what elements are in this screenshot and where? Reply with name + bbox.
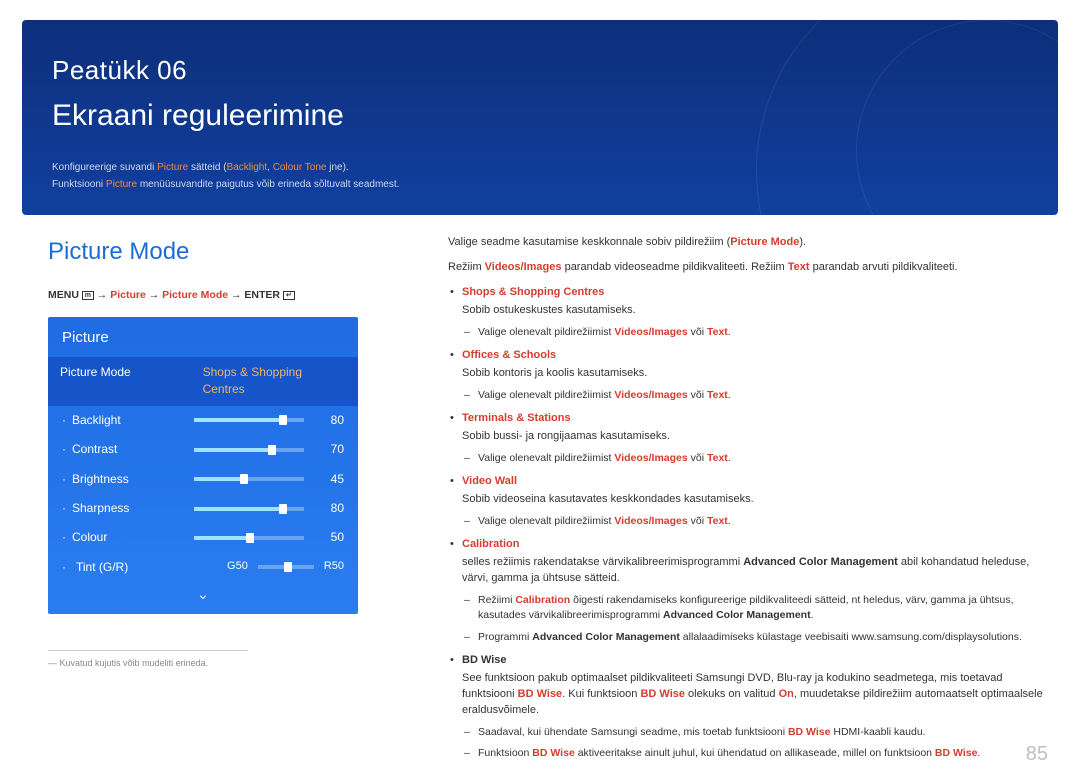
mode-heading: Offices & Schools	[462, 348, 1052, 364]
description-column: Valige seadme kasutamise keskkonnale sob…	[448, 235, 1052, 769]
osd-slider-track	[194, 418, 304, 422]
osd-slider-value: 70	[316, 441, 344, 458]
mode-item: Offices & Schools Sobib kontoris ja kooli…	[448, 348, 1052, 403]
osd-slider-value: 80	[316, 500, 344, 517]
osd-slider-value: 80	[316, 412, 344, 429]
mode-sub: Saadaval, kui ühendate Samsungi seadme, …	[462, 725, 1052, 740]
mode-item-bdwise: BD Wise See funktsioon pakub optimaalset …	[448, 653, 1052, 761]
mode-desc: Sobib kontoris ja koolis kasutamiseks.	[462, 366, 1052, 382]
footnote-rule	[48, 650, 248, 651]
osd-tint-row: ·Tint (G/R) G50 R50	[48, 553, 358, 582]
chapter-hero: Peatükk 06 Ekraani reguleerimine Konfigu…	[22, 20, 1058, 215]
chapter-title: Ekraani reguleerimine	[52, 94, 1028, 138]
mode-heading: BD Wise	[462, 653, 1052, 669]
mode-heading: Calibration	[462, 537, 1052, 553]
osd-tint-g: G50	[227, 559, 248, 575]
osd-slider-label: Sharpness	[72, 500, 194, 517]
footnote: ― Kuvatud kujutis võib mudeliti erineda.	[48, 657, 408, 670]
osd-picture-mode-label: Picture Mode	[48, 357, 191, 406]
osd-slider-row: ·Brightness45	[48, 465, 358, 494]
osd-slider-value: 45	[316, 471, 344, 488]
mode-sub: Valige olenevalt pildirežiimist Videos/I…	[462, 451, 1052, 466]
mode-sub: Programmi Advanced Color Management alla…	[462, 630, 1052, 645]
mode-desc: Sobib videoseina kasutavates keskkondade…	[462, 492, 1052, 508]
osd-slider-label: Backlight	[72, 412, 194, 429]
mode-desc: selles režiimis rakendatakse värvikalibr…	[462, 555, 1052, 587]
osd-slider-label: Colour	[72, 529, 194, 546]
osd-slider-row: ·Colour50	[48, 523, 358, 552]
osd-tint-track	[258, 565, 314, 569]
osd-picture-mode-value: Shops & Shopping Centres	[191, 357, 358, 406]
mode-heading: Shops & Shopping Centres	[462, 285, 1052, 301]
mode-sub: Valige olenevalt pildirežiimist Videos/I…	[462, 388, 1052, 403]
chapter-label: Peatükk 06	[52, 52, 1028, 90]
chevron-down-icon: ⌄	[48, 582, 358, 606]
osd-slider-track	[194, 477, 304, 481]
mode-sub: Režiimi Calibration õigesti rakendamisek…	[462, 593, 1052, 623]
osd-slider-row: ·Sharpness80	[48, 494, 358, 523]
osd-slider-track	[194, 536, 304, 540]
osd-slider-track	[194, 448, 304, 452]
mode-desc: Sobib bussi- ja rongijaamas kasutamiseks…	[462, 429, 1052, 445]
osd-slider-row: ·Backlight80	[48, 406, 358, 435]
mode-desc: Sobib ostukeskustes kasutamiseks.	[462, 303, 1052, 319]
osd-picture-mode-row: Picture Mode Shops & Shopping Centres	[48, 357, 358, 406]
enter-icon: ↵	[283, 291, 295, 300]
mode-heading: Video Wall	[462, 474, 1052, 490]
menu-navigation-path: MENU m → Picture → Picture Mode → ENTER …	[48, 288, 408, 303]
mode-heading: Terminals & Stations	[462, 411, 1052, 427]
menu-icon: m	[82, 291, 94, 300]
osd-slider-label: Brightness	[72, 471, 194, 488]
osd-slider-row: ·Contrast70	[48, 435, 358, 464]
mode-item-calibration: Calibration selles režiimis rakendatakse …	[448, 537, 1052, 644]
osd-tint-r: R50	[324, 559, 344, 575]
osd-title: Picture	[48, 317, 358, 357]
osd-tint-label: Tint (G/R)	[76, 559, 217, 576]
mode-sub: Valige olenevalt pildirežiimist Videos/I…	[462, 514, 1052, 529]
mode-sub: Funktsioon BD Wise aktiveeritakse ainult…	[462, 746, 1052, 761]
section-title: Picture Mode	[48, 235, 408, 270]
osd-slider-track	[194, 507, 304, 511]
mode-sub: Valige olenevalt pildirežiimist Videos/I…	[462, 325, 1052, 340]
osd-slider-label: Contrast	[72, 441, 194, 458]
mode-item: Shops & Shopping Centres Sobib ostukeskus…	[448, 285, 1052, 340]
page-number: 85	[1026, 740, 1048, 769]
mode-item: Terminals & Stations Sobib bussi- ja rong…	[448, 411, 1052, 466]
osd-preview-panel: Picture Picture Mode Shops & Shopping Ce…	[48, 317, 358, 614]
mode-item: Video Wall Sobib videoseina kasutavates k…	[448, 474, 1052, 529]
osd-slider-value: 50	[316, 529, 344, 546]
mode-desc: See funktsioon pakub optimaalset pildikv…	[462, 671, 1052, 719]
chapter-intro: Konfigureerige suvandi Picture sätteid (…	[52, 159, 1028, 193]
